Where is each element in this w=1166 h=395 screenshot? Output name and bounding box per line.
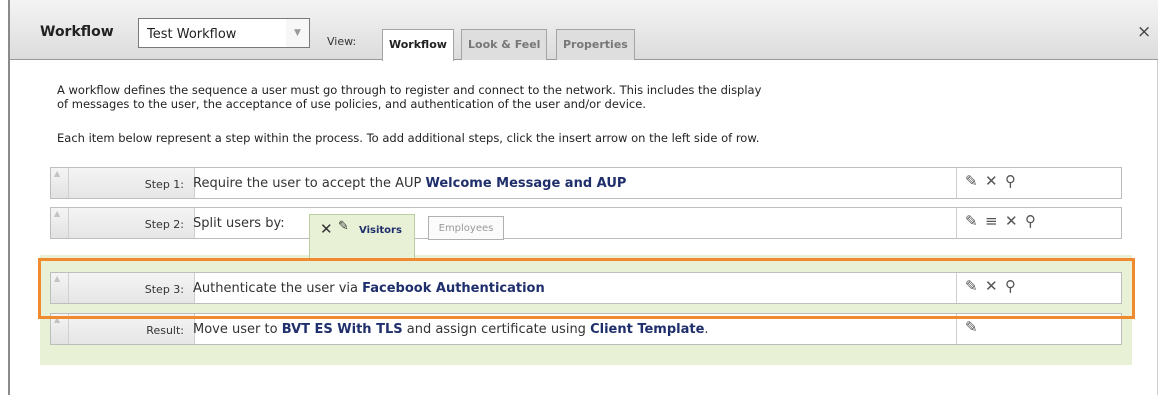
workflow-title: Workflow (40, 24, 114, 40)
step-description: Require the user to accept the AUP Welco… (193, 176, 627, 191)
magnifier-icon[interactable]: ⚲ (1025, 212, 1036, 230)
highlight-box (38, 258, 1135, 319)
step-description: Split users by: (193, 216, 285, 231)
tab-properties[interactable]: Properties (556, 29, 635, 60)
step-label: Step 1: (69, 168, 195, 198)
chevron-down-icon[interactable]: ▼ (286, 18, 310, 48)
step-link[interactable]: Client Template (590, 322, 704, 337)
result-description: Move user to BVT ES With TLS and assign … (193, 322, 709, 337)
view-label: View: (327, 35, 357, 48)
magnifier-icon[interactable]: ⚲ (1005, 172, 1016, 190)
pencil-icon[interactable]: ✎ (965, 212, 978, 230)
description-line-2: of messages to the user, the acceptance … (57, 97, 646, 111)
close-icon[interactable]: ✕ (985, 172, 998, 190)
close-icon[interactable]: ✕ (320, 220, 333, 238)
pencil-icon[interactable]: ✎ (965, 172, 978, 190)
description-line-1: A workflow defines the sequence a user m… (57, 83, 762, 97)
description-line-3: Each item below represent a step within … (57, 131, 760, 145)
workflow-select[interactable]: Test Workflow (138, 18, 287, 48)
step-row-2: Step 2: Split users by: ✎ ≡ ✕ ⚲ (50, 207, 1122, 239)
insert-arrow-icon[interactable] (51, 168, 69, 198)
close-icon[interactable]: ✕ (1005, 212, 1018, 230)
step-label: Step 2: (69, 208, 195, 238)
step-link[interactable]: BVT ES With TLS (282, 322, 403, 337)
list-icon[interactable]: ≡ (985, 212, 998, 230)
branch-visitors[interactable]: ✕ ✎ Visitors (309, 214, 415, 260)
tab-look-and-feel[interactable]: Look & Feel (461, 29, 548, 60)
step-actions: ✎ ≡ ✕ ⚲ (956, 208, 1122, 238)
dialog-header: Workflow Test Workflow ▼ View: Workflow … (10, 0, 1158, 61)
pencil-icon[interactable]: ✎ (965, 318, 978, 336)
insert-arrow-icon[interactable] (51, 208, 69, 238)
close-icon[interactable]: × (1137, 22, 1151, 42)
branch-employees[interactable]: Employees (428, 216, 504, 240)
step-row-1: Step 1: Require the user to accept the A… (50, 167, 1122, 199)
pencil-icon[interactable]: ✎ (338, 219, 349, 234)
tab-workflow[interactable]: Workflow (382, 29, 454, 61)
branch-label: Visitors (359, 225, 402, 236)
step-link[interactable]: Welcome Message and AUP (425, 176, 626, 191)
step-actions: ✎ ✕ ⚲ (956, 168, 1122, 198)
